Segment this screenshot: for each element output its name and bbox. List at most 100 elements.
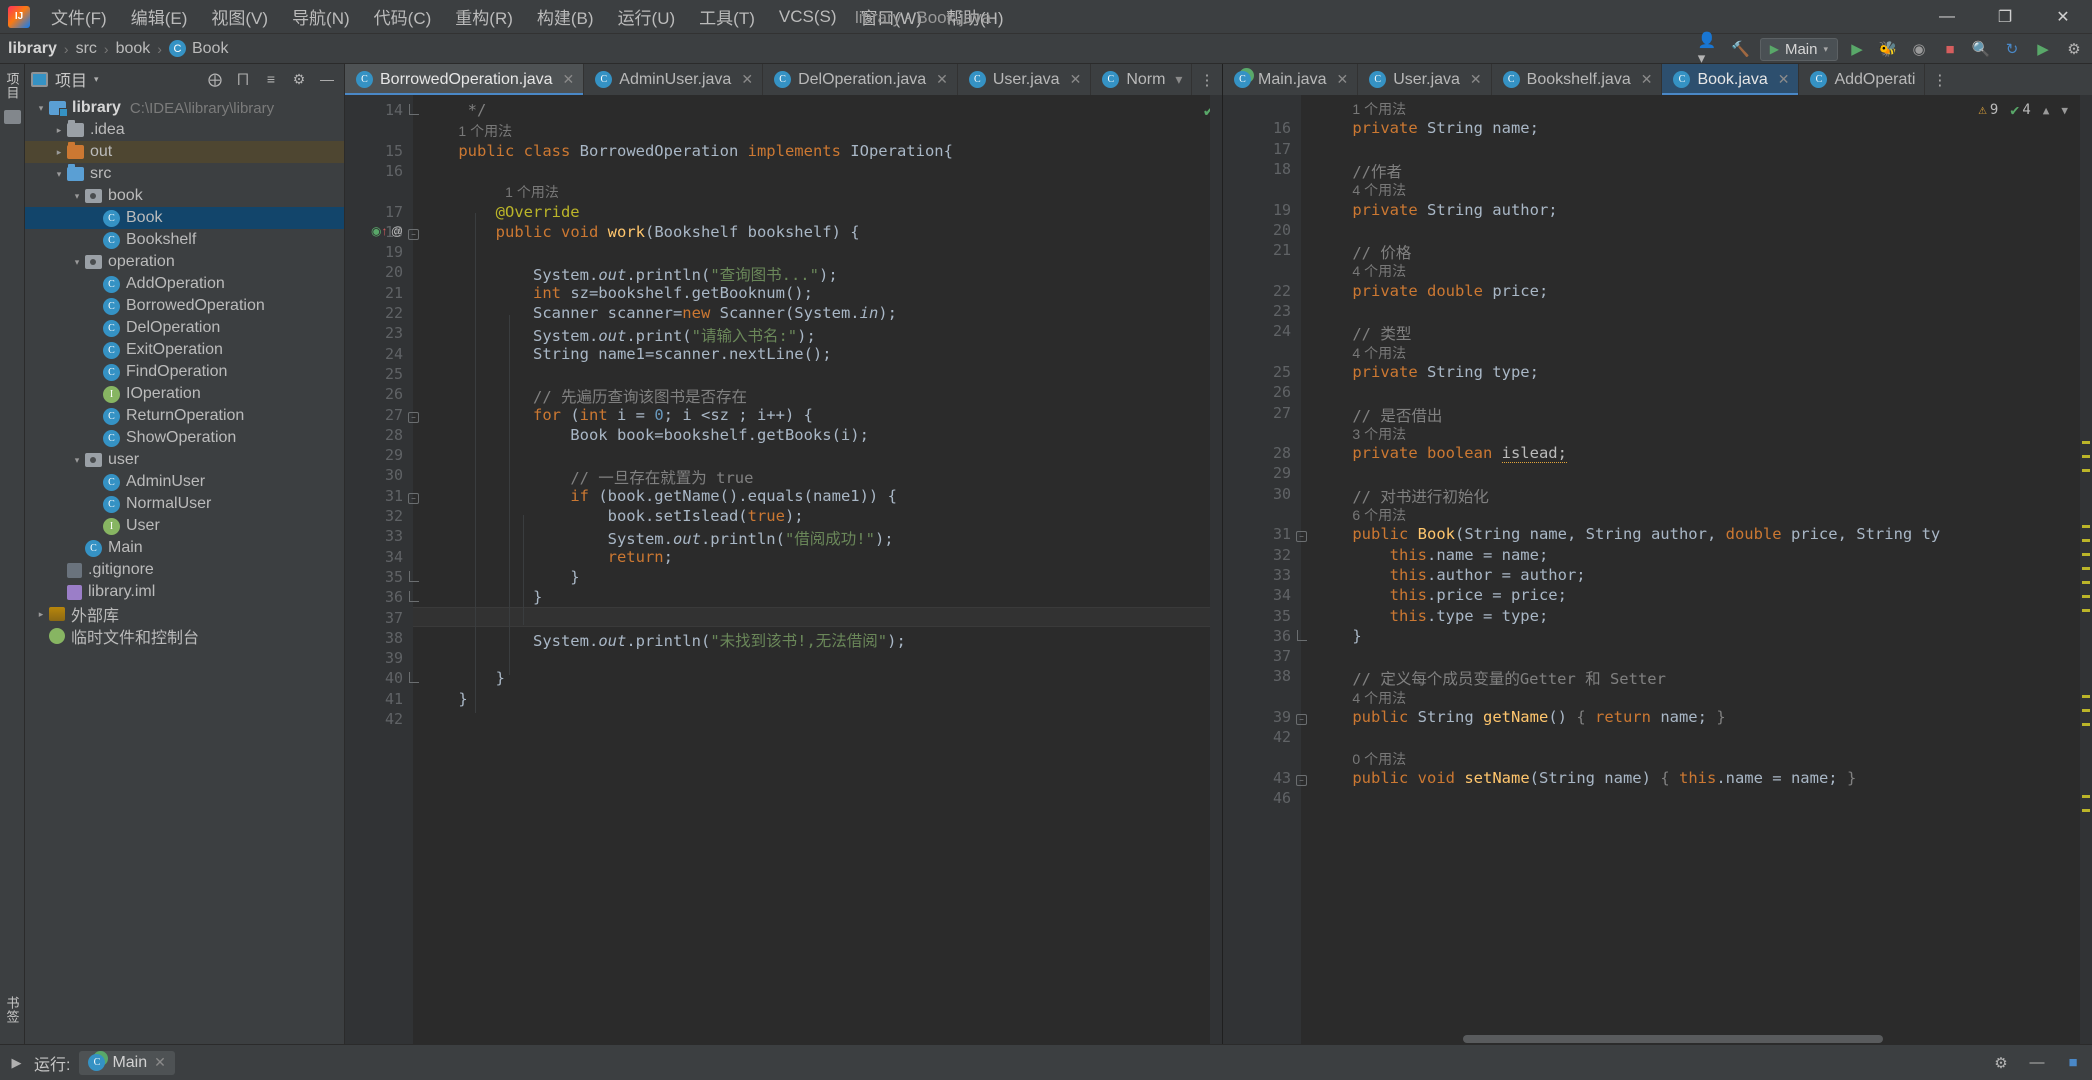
code-area-right[interactable]: ⚠ 9 ✔ 4 ▲ ▼ 1 个用法 private String name; /… — [1301, 95, 2092, 1044]
close-icon[interactable]: ✕ — [1641, 71, 1653, 88]
menu-item-tools[interactable]: 工具(T) — [688, 0, 766, 33]
tree-expand-arrow-icon[interactable] — [33, 609, 49, 620]
inspection-marker[interactable] — [2082, 553, 2090, 556]
project-title-group[interactable]: 项目 ▾ — [31, 67, 99, 91]
close-icon[interactable]: ✕ — [563, 71, 575, 88]
editor-tab-userjava[interactable]: C User.java ✕ — [1358, 64, 1492, 95]
chevron-up-icon[interactable]: ▲ — [2043, 104, 2050, 117]
code-line[interactable]: @Override — [421, 203, 580, 221]
stop-icon[interactable]: ■ — [1938, 37, 1962, 61]
tree-node-main[interactable]: C Main — [25, 537, 344, 559]
code-line[interactable]: // 是否借出 — [1315, 404, 1442, 426]
run-tab-main[interactable]: C Main ✕ — [79, 1050, 175, 1075]
editor-tab-deloperationjava[interactable]: C DelOperation.java ✕ — [763, 64, 958, 95]
editor-tab-bookjava[interactable]: C Book.java ✕ — [1662, 64, 1800, 95]
code-line[interactable]: public String getName() { return name; } — [1315, 708, 1725, 726]
inspection-marker[interactable] — [2082, 441, 2090, 444]
code-line[interactable]: public class BorrowedOperation implement… — [421, 142, 953, 160]
breadcrumb-class-book[interactable]: Book — [192, 40, 228, 58]
code-line[interactable]: for (int i = 0; i <sz ; i++) { — [421, 406, 813, 424]
marker-bar-right[interactable] — [2080, 95, 2092, 1044]
coverage-icon[interactable]: ◉ — [1907, 37, 1931, 61]
tree-node-exitoperation[interactable]: C ExitOperation — [25, 339, 344, 361]
editor-tabs-left[interactable]: C BorrowedOperation.java ✕ C AdminUser.java ✕… — [345, 64, 1222, 95]
inspection-marker[interactable] — [2082, 539, 2090, 542]
close-icon[interactable]: ✕ — [1336, 71, 1348, 88]
close-button[interactable]: ✕ — [2034, 0, 2092, 34]
tree-node-addoperation[interactable]: C AddOperation — [25, 273, 344, 295]
settings-gear-icon[interactable]: ⚙ — [288, 68, 310, 90]
editor-tab-borrowedoperationjava[interactable]: C BorrowedOperation.java ✕ — [345, 64, 585, 95]
user-profile-icon[interactable]: 👤▾ — [1698, 32, 1722, 67]
tree-node-borrowedoperation[interactable]: C BorrowedOperation — [25, 295, 344, 317]
code-line[interactable]: } — [1315, 627, 1361, 645]
code-line[interactable]: // 定义每个成员变量的Getter 和 Setter — [1315, 667, 1666, 689]
collapse-all-icon[interactable]: ⨅ — [232, 68, 254, 90]
tree-node-adminuser[interactable]: C AdminUser — [25, 471, 344, 493]
breadcrumb-src[interactable]: src — [76, 40, 97, 58]
debug-icon[interactable]: 🐝 — [1876, 37, 1900, 61]
inspection-marker[interactable] — [2082, 795, 2090, 798]
tree-node-user[interactable]: user — [25, 449, 344, 471]
usage-hint[interactable]: 1 个用法 — [1352, 99, 1406, 119]
code-line[interactable]: String name1=scanner.nextLine(); — [421, 345, 832, 363]
menu-item-file[interactable]: 文件(F) — [40, 0, 118, 33]
expand-all-icon[interactable]: ≡ — [260, 68, 282, 90]
usage-hint[interactable]: 4 个用法 — [1352, 261, 1406, 281]
tree-node-deloperation[interactable]: C DelOperation — [25, 317, 344, 339]
editor-tab-bookshelfjava[interactable]: C Bookshelf.java ✕ — [1492, 64, 1663, 95]
tree-node-ioperation[interactable]: I IOperation — [25, 383, 344, 405]
editor-tab-adminuserjava[interactable]: C AdminUser.java ✕ — [584, 64, 764, 95]
code-line[interactable]: Book book=bookshelf.getBooks(i); — [421, 426, 869, 444]
search-icon[interactable]: 🔍 — [1969, 37, 1993, 61]
close-icon[interactable]: ✕ — [154, 1054, 166, 1071]
tree-node-[interactable]: 临时文件和控制台 — [25, 625, 344, 647]
marker-bar-left[interactable] — [1210, 95, 1222, 1044]
editor-tab-addoperati[interactable]: C AddOperati — [1799, 64, 1926, 95]
code-area-left[interactable]: ✔ */1 个用法 public class BorrowedOperation… — [413, 95, 1222, 1044]
editor-tab-userjava[interactable]: C User.java ✕ — [958, 64, 1092, 95]
inspection-marker[interactable] — [2082, 809, 2090, 812]
editor-tab-mainjava[interactable]: C Main.java ✕ — [1223, 64, 1359, 95]
usage-hint[interactable]: 1 个用法 — [505, 182, 559, 202]
hide-panel-icon[interactable]: — — [316, 68, 338, 90]
usage-hint[interactable]: 0 个用法 — [1352, 749, 1406, 769]
maximize-button[interactable]: ❐ — [1976, 0, 2034, 34]
code-line[interactable]: return; — [421, 548, 673, 566]
build-hammer-icon[interactable]: 🔨 — [1729, 37, 1753, 61]
menu-item-edit[interactable]: 编辑(E) — [120, 0, 199, 33]
code-line[interactable]: book.setIslead(true); — [421, 507, 804, 525]
code-line[interactable]: this.name = name; — [1315, 546, 1549, 564]
code-line[interactable]: System.out.println("借阅成功!"); — [421, 527, 894, 549]
code-line[interactable]: } — [421, 669, 505, 687]
tree-expand-arrow-icon[interactable] — [51, 147, 67, 158]
close-icon[interactable]: ✕ — [1778, 71, 1790, 88]
code-line[interactable]: private String name; — [1315, 119, 1539, 137]
structure-icon[interactable] — [3, 110, 21, 124]
tree-node-src[interactable]: src — [25, 163, 344, 185]
code-line[interactable]: System.out.println("未找到该书!,无法借阅"); — [421, 629, 906, 651]
code-line[interactable]: int sz=bookshelf.getBooknum(); — [421, 284, 813, 302]
code-line[interactable]: if (book.getName().equals(name1)) { — [421, 487, 897, 505]
menu-item-vcs[interactable]: VCS(S) — [768, 3, 848, 31]
code-line[interactable]: private double price; — [1315, 282, 1548, 300]
menu-item-view[interactable]: 视图(V) — [200, 0, 279, 33]
editor-tab-norm[interactable]: C Norm ▾ — [1091, 64, 1193, 95]
code-line[interactable]: // 一旦存在就置为 true — [421, 466, 753, 488]
editor-gutter-left[interactable]: 14 15 16 17 18 ◉↑ @ −19 20 21 22 23 24 25 26 27−28 29 30… — [345, 95, 419, 1044]
tree-expand-arrow-icon[interactable] — [51, 169, 67, 180]
chevron-down-icon[interactable]: ▼ — [2061, 104, 2068, 117]
tree-node-out[interactable]: out — [25, 141, 344, 163]
usage-hint[interactable]: 4 个用法 — [1352, 343, 1406, 363]
inspection-marker[interactable] — [2082, 709, 2090, 712]
code-line[interactable]: private String type; — [1315, 363, 1539, 381]
code-line[interactable]: } — [421, 568, 579, 586]
menu-item-code[interactable]: 代码(C) — [363, 0, 443, 33]
tree-expand-arrow-icon[interactable] — [69, 191, 85, 202]
run-tool-window-icon[interactable]: ▶ — [8, 1054, 25, 1071]
inspection-marker[interactable] — [2082, 581, 2090, 584]
tree-node-user[interactable]: I User — [25, 515, 344, 537]
close-icon[interactable]: ✕ — [1070, 71, 1082, 88]
inspection-marker[interactable] — [2082, 469, 2090, 472]
chevron-down-icon[interactable]: ▾ — [1175, 71, 1182, 88]
